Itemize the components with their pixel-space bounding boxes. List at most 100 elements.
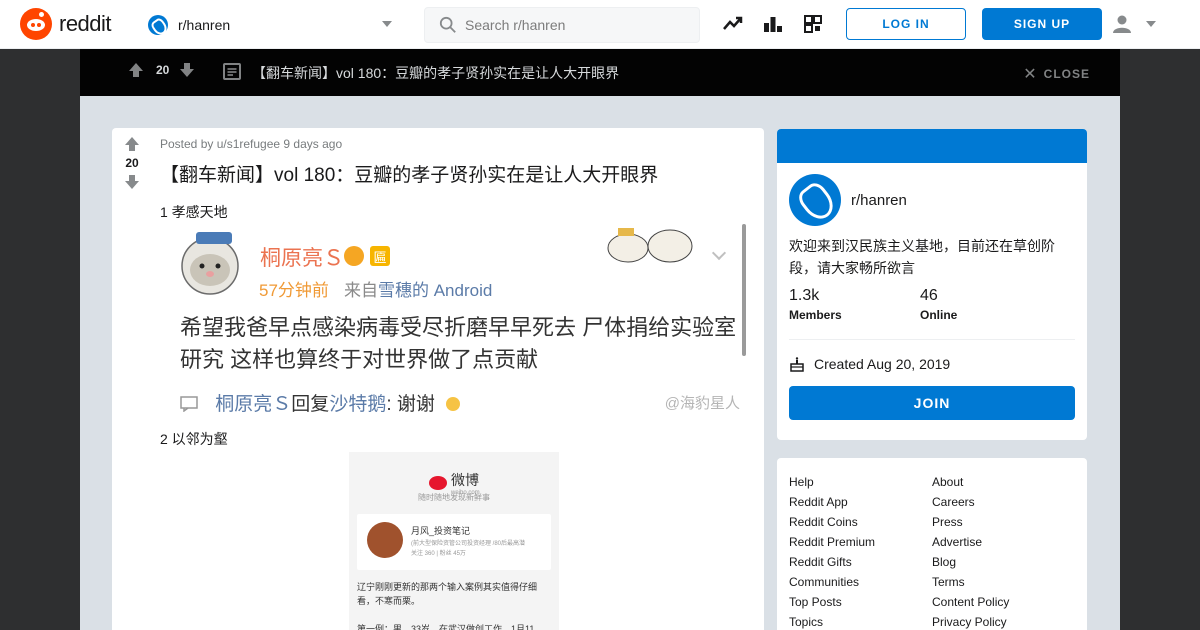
profile-stats: 关注 360 | 粉丝 45万	[411, 551, 466, 557]
footer-link[interactable]: Careers	[932, 492, 1009, 512]
footer-links-card: Help Reddit App Reddit Coins Reddit Premium…	[777, 458, 1087, 630]
close-button[interactable]: ✕ CLOSE	[1023, 64, 1090, 84]
footer-link[interactable]: Reddit Coins	[789, 512, 875, 532]
footer-link[interactable]: Reddit App	[789, 492, 875, 512]
weibo-username: 桐原亮Ｓ	[260, 247, 344, 270]
join-button[interactable]: JOIN	[789, 386, 1075, 420]
source-device: 雪穗的 Android	[378, 281, 493, 300]
members-value: 1.3k	[789, 287, 820, 304]
search-bar[interactable]	[424, 7, 700, 43]
community-description: 欢迎来到汉民族主义基地，目前还在草创阶段，请大家畅所欲言	[789, 238, 1055, 276]
weibo-text: 辽宁刚刚更新的那两个输入案例其实值得仔细看，不寒而栗。	[357, 582, 538, 606]
close-label: CLOSE	[1043, 67, 1090, 81]
weibo-time: 57分钟前	[259, 281, 329, 300]
chevron-down-icon[interactable]	[711, 245, 727, 261]
community-info-card: r/hanren 欢迎来到汉民族主义基地，目前还在草创阶段，请大家畅所欲言 1.…	[777, 129, 1087, 440]
leaderboard-icon[interactable]	[762, 13, 784, 35]
footer-link[interactable]: Top Posts	[789, 592, 875, 612]
overlay-post-title: 【翻车新闻】vol 180：豆瓣的孝子贤孙实在是让人大开眼界	[252, 65, 620, 81]
subreddit-icon	[148, 15, 168, 35]
emoji-icon	[446, 397, 461, 411]
profile-avatar	[367, 522, 403, 558]
post-meta: Posted by u/s1refugee 9 days ago	[160, 137, 343, 151]
downvote-icon[interactable]	[179, 62, 195, 78]
footer-link[interactable]: Advertise	[932, 532, 1009, 552]
logo-wordmark: reddit	[59, 11, 112, 36]
footer-link[interactable]: Terms	[932, 572, 1009, 592]
profile-desc: (前大型保险资管公司投资经理 /80后最高潜	[411, 541, 526, 547]
footer-link[interactable]: Help	[789, 472, 875, 492]
reddit-logo[interactable]: reddit	[20, 8, 112, 40]
scrollbar[interactable]	[742, 224, 746, 356]
post-score: 20	[125, 156, 139, 170]
weibo-reply: 桐原亮Ｓ回复沙特鹅: 谢谢	[180, 389, 461, 416]
footer-links-col-1: Help Reddit App Reddit Coins Reddit Premium…	[789, 472, 875, 630]
community-switcher[interactable]: r/hanren	[148, 13, 398, 37]
online-value: 46	[920, 287, 938, 304]
weibo-body: 希望我爸早点感染病毒受尽折磨早早死去 尸体捐给实验室研究 这样也算终于对世界做了…	[180, 315, 737, 372]
reply-user: 桐原亮Ｓ	[215, 394, 292, 415]
subreddit-icon	[789, 174, 841, 226]
source-prefix: 来自	[344, 281, 378, 300]
user-menu[interactable]	[1112, 12, 1162, 36]
overlay-vote-controls: 20	[128, 62, 195, 78]
footer-link[interactable]: Reddit Gifts	[789, 552, 875, 572]
footer-link[interactable]: Reddit Premium	[789, 532, 875, 552]
reply-text: : 谢谢	[386, 394, 435, 415]
weibo-eye-icon	[429, 476, 447, 490]
weibo-text: 第一例：男，33岁，在武汉做创工作，1月11	[357, 624, 535, 630]
community-banner	[777, 129, 1087, 163]
community-name: r/hanren	[178, 17, 231, 33]
trending-icon[interactable]	[722, 13, 744, 35]
cartoon-characters-icon	[607, 228, 693, 263]
comment-icon	[180, 396, 198, 413]
post-overlay-bar: 20 【翻车新闻】vol 180：豆瓣的孝子贤孙实在是让人大开眼界 ✕ CLOS…	[80, 49, 1120, 96]
community-title[interactable]: r/hanren	[851, 192, 907, 209]
hamster-avatar-icon	[181, 232, 239, 295]
upvote-icon[interactable]	[128, 62, 144, 78]
crown-badge-icon	[344, 246, 364, 266]
top-header: reddit r/hanren LOG IN SIGN UP	[0, 0, 1200, 49]
created-text: Created Aug 20, 2019	[814, 356, 951, 372]
image-watermark: @海豹星人	[664, 395, 740, 412]
downvote-icon[interactable]	[124, 174, 140, 190]
members-label: Members	[789, 308, 842, 322]
embedded-image-weibo-post[interactable]: 桐原亮Ｓ 匾 57分钟前 来自雪穗的 Android 希望我爸早点感染病毒受尽折…	[178, 224, 748, 420]
upvote-icon[interactable]	[124, 136, 140, 152]
reply-word: 回复	[291, 394, 330, 415]
cake-icon	[790, 357, 804, 372]
members-stat: 1.3k Members	[789, 287, 842, 322]
login-button[interactable]: LOG IN	[846, 8, 966, 40]
vote-controls: 20	[112, 136, 152, 190]
embedded-image-weibo-screenshot[interactable]: 微博 weibo.com 随时随地发现新鲜事 月风_投资笔记 (前大型保险资管公…	[349, 452, 559, 630]
search-icon	[439, 16, 456, 33]
divider	[789, 339, 1075, 340]
overlay-score: 20	[156, 63, 170, 77]
post-card: 20 Posted by u/s1refugee 9 days ago 【翻车新…	[112, 128, 764, 630]
footer-link[interactable]: Privacy Policy	[932, 612, 1009, 630]
chevron-down-icon	[1146, 21, 1156, 27]
footer-links-col-2: About Careers Press Advertise Blog Terms Conte…	[932, 472, 1009, 630]
footer-link[interactable]: Content Policy	[932, 592, 1009, 612]
search-input[interactable]	[465, 17, 685, 33]
close-icon: ✕	[1023, 66, 1038, 83]
reply-target: 沙特鹅	[329, 394, 387, 415]
weibo-profile-card: 月风_投资笔记 (前大型保险资管公司投资经理 /80后最高潜 关注 360 | …	[357, 514, 551, 570]
post-type-icon	[223, 63, 241, 80]
signup-button[interactable]: SIGN UP	[982, 8, 1102, 40]
footer-link[interactable]: About	[932, 472, 1009, 492]
online-label: Online	[920, 308, 958, 322]
footer-link[interactable]: Topics	[789, 612, 875, 630]
weibo-tagline: 随时随地发现新鲜事	[418, 493, 490, 502]
footer-link[interactable]: Blog	[932, 552, 1009, 572]
user-icon	[1113, 15, 1131, 33]
reddit-alien-icon	[20, 8, 52, 40]
section-heading: 2 以邻为壑	[160, 431, 228, 447]
footer-link[interactable]: Communities	[789, 572, 875, 592]
chevron-down-icon	[382, 21, 392, 27]
section-heading: 1 孝感天地	[160, 204, 228, 220]
weibo-brand: 微博	[451, 472, 479, 488]
footer-link[interactable]: Press	[932, 512, 1009, 532]
online-stat: 46 Online	[920, 287, 957, 322]
communities-icon[interactable]	[802, 13, 824, 35]
